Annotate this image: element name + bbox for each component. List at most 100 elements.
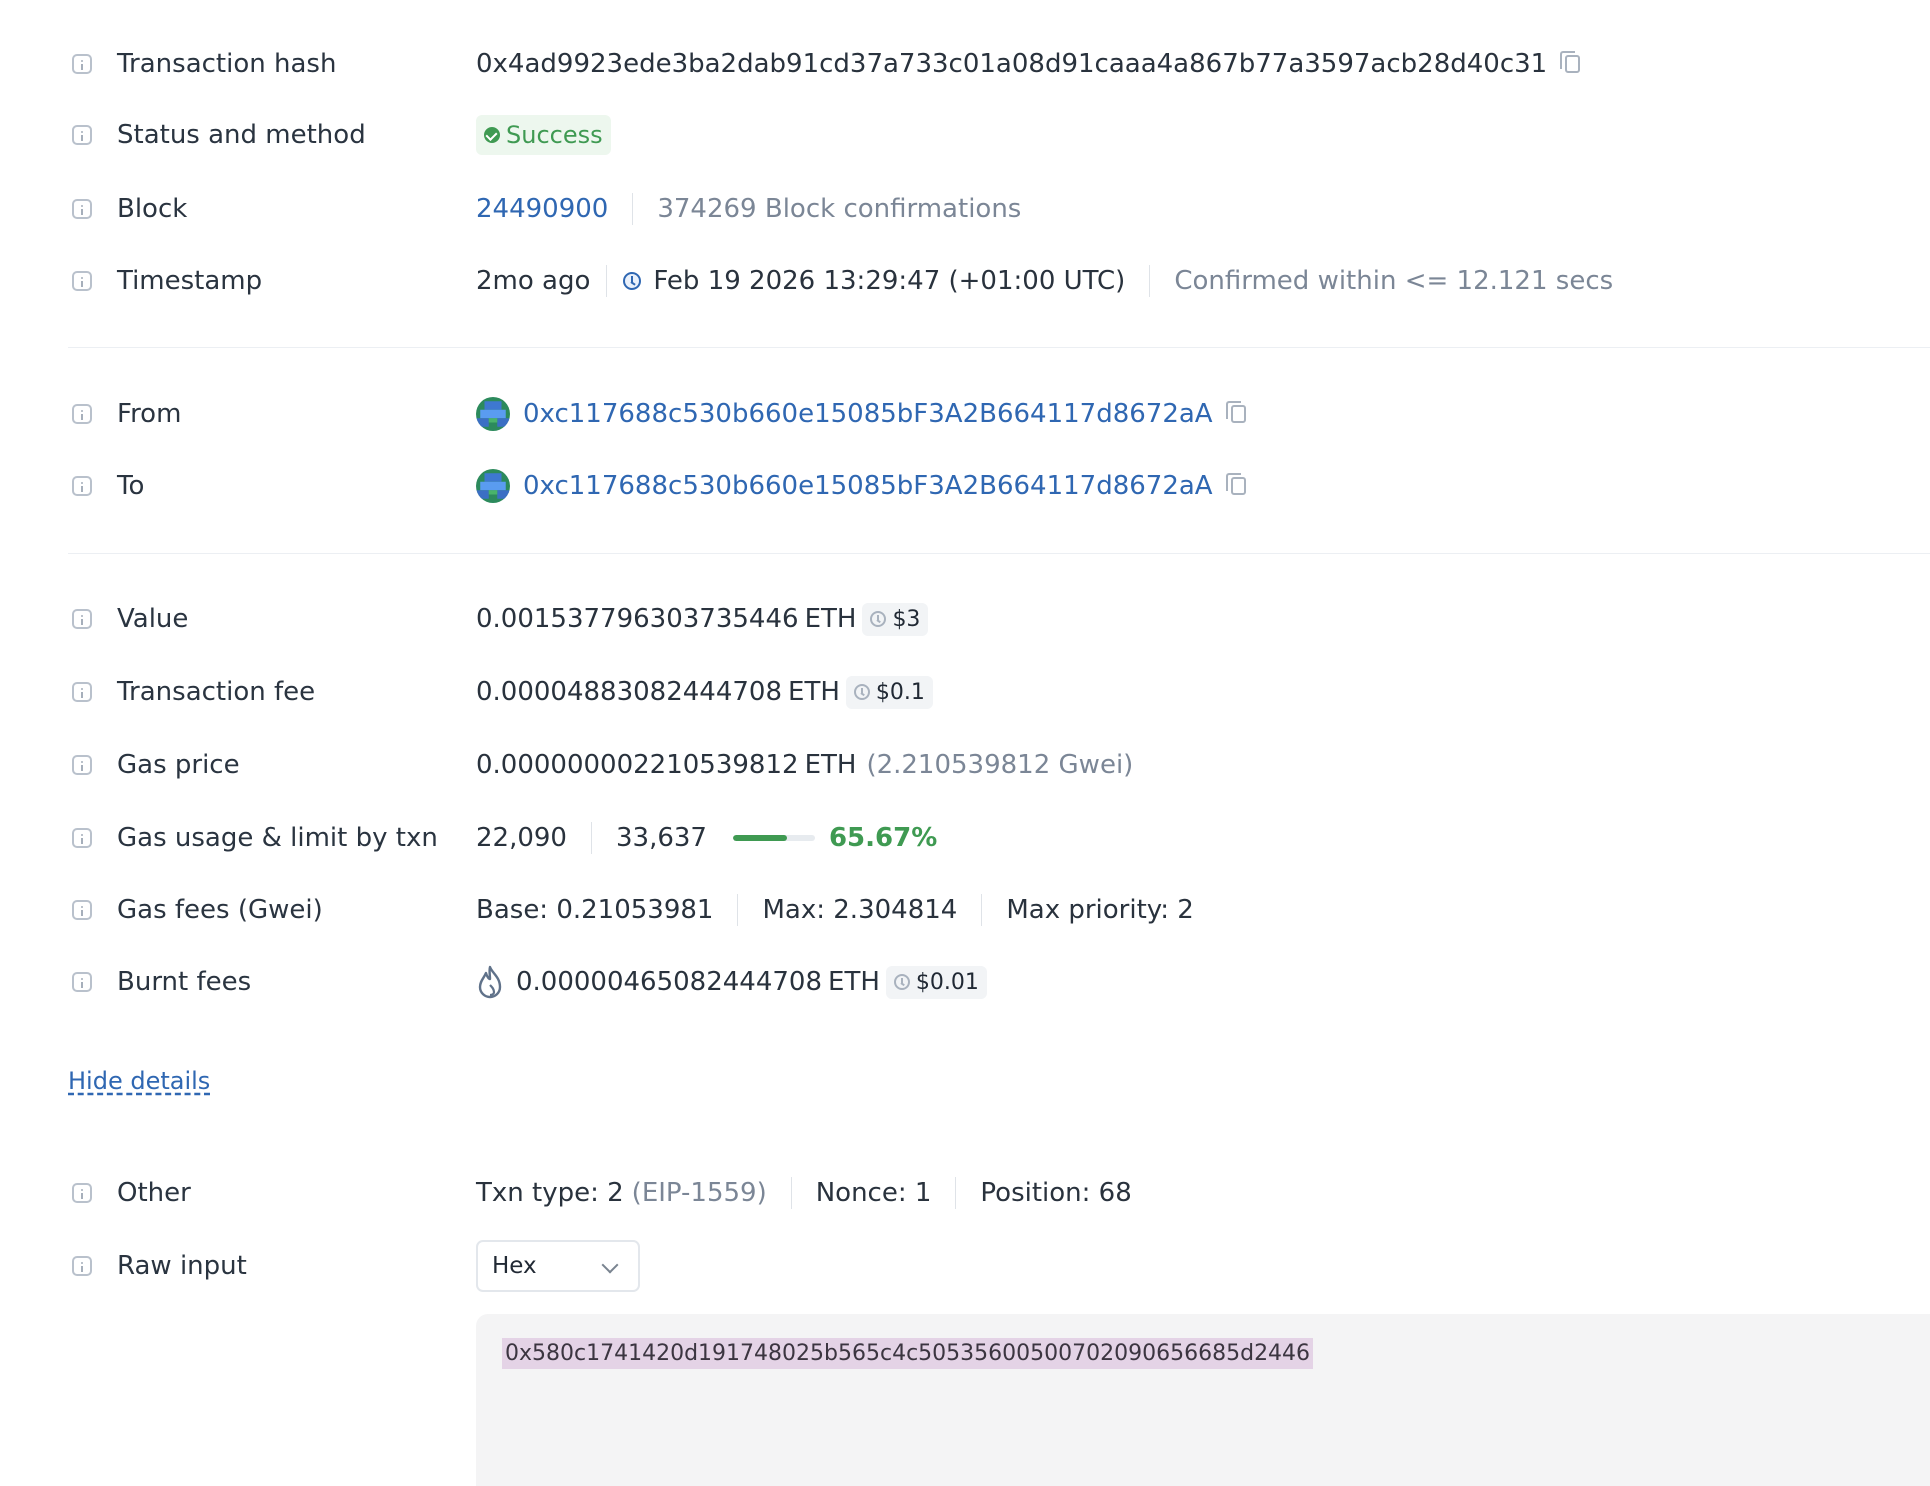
separator — [737, 894, 739, 926]
value-container: 0.00000465082444708 ETH $0.01 — [476, 965, 987, 999]
value-usd: $3 — [892, 606, 921, 632]
copy-icon[interactable] — [1560, 51, 1581, 73]
usd-price-chip: $0.1 — [845, 675, 933, 709]
info-icon[interactable] — [72, 404, 92, 424]
clock-icon — [893, 974, 910, 990]
from-label: From — [117, 399, 182, 429]
section-divider — [68, 553, 1930, 554]
info-icon[interactable] — [72, 271, 92, 291]
transaction-hash-label: Transaction hash — [117, 49, 337, 79]
info-icon[interactable] — [72, 682, 92, 702]
row-status: Status and method Success — [68, 110, 1930, 160]
separator — [981, 894, 983, 926]
to-address-link[interactable]: 0xc117688c530b660e15085bF3A2B664117d8672… — [523, 471, 1213, 501]
row-block: Block 24490900 374269 Block confirmation… — [68, 184, 1930, 234]
copy-icon[interactable] — [1225, 401, 1246, 423]
gas-price-amount: 0.000000002210539812 — [476, 750, 799, 780]
hide-details-link[interactable]: Hide details — [68, 1067, 210, 1095]
transaction-fee-usd: $0.1 — [875, 679, 925, 705]
info-icon[interactable] — [72, 755, 92, 775]
value-container: Txn type: 2 (EIP-1559) Nonce: 1 Position… — [476, 1177, 1132, 1209]
info-icon[interactable] — [72, 1256, 92, 1276]
value-container: 0.00004883082444708 ETH $0.1 — [476, 675, 933, 709]
label-container: Timestamp — [68, 266, 476, 296]
gas-limit: 33,637 — [615, 823, 707, 853]
row-raw-input: Raw input — [68, 1241, 1930, 1291]
from-address-link[interactable]: 0xc117688c530b660e15085bF3A2B664117d8672… — [523, 399, 1213, 429]
timestamp-label: Timestamp — [117, 266, 263, 296]
raw-input-box[interactable]: 0x580c1741420d191748025b565c4c5053560050… — [476, 1314, 1930, 1486]
timestamp-confirmed: Confirmed within <= 12.121 secs — [1174, 266, 1614, 296]
gas-fees-label: Gas fees (Gwei) — [117, 895, 323, 925]
gas-price-gwei: (2.210539812 Gwei) — [866, 750, 1134, 780]
status-text: Success — [506, 121, 603, 149]
chevron-down-icon — [601, 1256, 619, 1274]
label-container: Value — [68, 604, 476, 634]
raw-input-format-value: Hex — [492, 1253, 537, 1279]
value-container: 2mo ago Feb 19 2026 13:29:47 (+01:00 UTC… — [476, 265, 1613, 297]
block-number-link[interactable]: 24490900 — [476, 194, 608, 224]
info-icon[interactable] — [72, 828, 92, 848]
label-container: Burnt fees — [68, 967, 476, 997]
burnt-fees-unit: ETH — [828, 967, 880, 997]
burnt-fees-usd: $0.01 — [915, 969, 979, 995]
transaction-details: Transaction hash 0x4ad9923ede3ba2dab91cd… — [0, 0, 1930, 1486]
value-label: Value — [117, 604, 189, 634]
status-badge: Success — [476, 115, 611, 155]
other-label: Other — [117, 1178, 191, 1208]
value-container: 0xc117688c530b660e15085bF3A2B664117d8672… — [476, 469, 1246, 503]
label-container: Gas price — [68, 750, 476, 780]
raw-input-format-select[interactable]: Hex — [476, 1240, 640, 1292]
flame-icon — [478, 965, 502, 999]
label-container: From — [68, 399, 476, 429]
info-icon[interactable] — [72, 1183, 92, 1203]
copy-icon[interactable] — [1225, 473, 1246, 495]
value-container: 22,090 33,637 65.67% — [476, 822, 937, 854]
info-icon[interactable] — [72, 609, 92, 629]
row-from: From 0xc117688c530b660e15085bF3A2B664117… — [68, 389, 1930, 439]
label-container: Status and method — [68, 120, 476, 150]
info-icon[interactable] — [72, 972, 92, 992]
gas-price-unit: ETH — [804, 750, 857, 780]
info-icon[interactable] — [72, 125, 92, 145]
separator — [632, 193, 634, 225]
label-container: Transaction fee — [68, 677, 476, 707]
value-container: Base: 0.21053981 Max: 2.304814 Max prior… — [476, 894, 1194, 926]
value-container: 0.001537796303735446 ETH $3 — [476, 602, 929, 636]
row-gas-fees: Gas fees (Gwei) Base: 0.21053981 Max: 2.… — [68, 885, 1930, 935]
value-container: 0x4ad9923ede3ba2dab91cd37a733c01a08d91ca… — [476, 49, 1581, 79]
label-container: Raw input — [68, 1251, 476, 1281]
label-container: To — [68, 471, 476, 501]
gas-usage-percent: 65.67% — [828, 823, 938, 853]
usd-price-chip: $3 — [862, 602, 929, 636]
txn-type: Txn type: 2 — [476, 1178, 624, 1208]
raw-input-label: Raw input — [117, 1251, 247, 1281]
info-icon[interactable] — [72, 476, 92, 496]
raw-input-data[interactable]: 0x580c1741420d191748025b565c4c5053560050… — [502, 1338, 1314, 1369]
separator — [955, 1177, 957, 1209]
gas-fees-max: Max: 2.304814 — [762, 895, 958, 925]
row-timestamp: Timestamp 2mo ago Feb 19 2026 13:29:47 (… — [68, 256, 1930, 306]
info-icon[interactable] — [72, 199, 92, 219]
avatar — [476, 469, 510, 503]
timestamp-ago: 2mo ago — [476, 266, 591, 296]
row-to: To 0xc117688c530b660e15085bF3A2B664117d8… — [68, 461, 1930, 511]
value-container: 0xc117688c530b660e15085bF3A2B664117d8672… — [476, 397, 1246, 431]
info-icon[interactable] — [72, 900, 92, 920]
row-gas-usage: Gas usage & limit by txn 22,090 33,637 6… — [68, 813, 1930, 863]
status-label: Status and method — [117, 120, 366, 150]
row-transaction-fee: Transaction fee 0.00004883082444708 ETH … — [68, 667, 1930, 717]
row-other: Other Txn type: 2 (EIP-1559) Nonce: 1 Po… — [68, 1168, 1930, 1218]
value-container: 0.000000002210539812 ETH (2.210539812 Gw… — [476, 750, 1133, 780]
value-container: 24490900 374269 Block confirmations — [476, 193, 1021, 225]
burnt-fees-amount: 0.00000465082444708 — [516, 967, 823, 997]
burnt-fees-label: Burnt fees — [117, 967, 252, 997]
info-icon[interactable] — [72, 54, 92, 74]
clock-icon — [623, 272, 642, 290]
label-container: Gas usage & limit by txn — [68, 823, 476, 853]
value-unit: ETH — [804, 604, 857, 634]
label-container: Transaction hash — [68, 49, 476, 79]
transaction-hash-value: 0x4ad9923ede3ba2dab91cd37a733c01a08d91ca… — [476, 49, 1548, 79]
clock-icon — [853, 684, 870, 700]
separator — [590, 822, 592, 854]
